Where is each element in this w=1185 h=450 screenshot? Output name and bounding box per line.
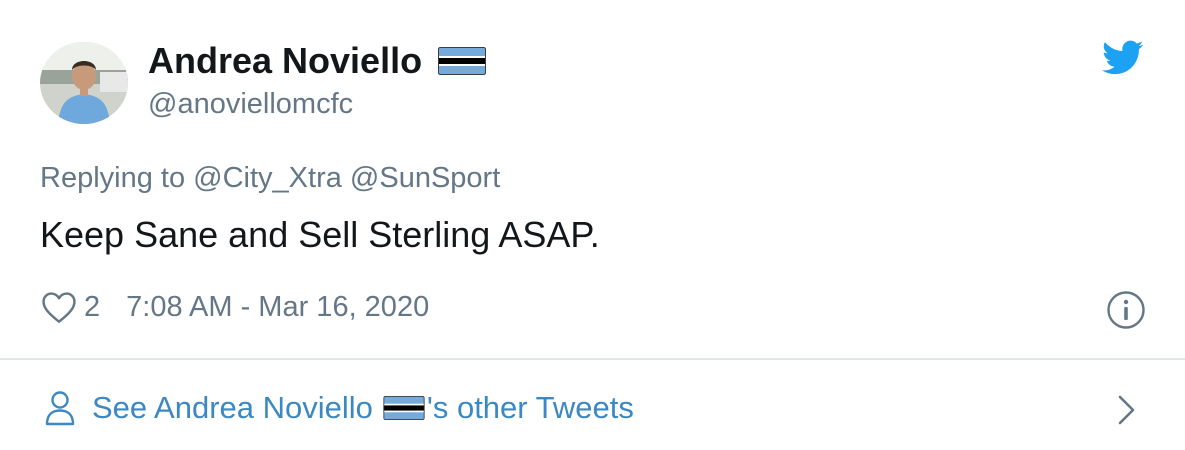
user-name-text: Andrea Noviello — [148, 40, 423, 81]
like-count: 2 — [84, 290, 101, 323]
mention-link[interactable]: @SunSport — [350, 162, 500, 194]
flag-botswana-icon — [438, 47, 487, 75]
see-other-tweets-label: See Andrea Noviello 's other Tweets — [92, 390, 634, 426]
heart-icon — [42, 292, 76, 323]
like-button[interactable]: 2 — [40, 290, 100, 324]
tweet-card: Andrea Noviello @anoviellomcfc Replying … — [0, 0, 1185, 450]
see-other-tweets-link[interactable]: See Andrea Noviello 's other Tweets — [0, 360, 1185, 450]
replying-to: Replying to @City_Xtra @SunSport — [40, 162, 500, 195]
see-other-tweets-suffix: 's other Tweets — [426, 390, 634, 425]
see-other-tweets-prefix: See Andrea Noviello — [92, 390, 373, 425]
tweet-text: Keep Sane and Sell Sterling ASAP. — [40, 214, 600, 255]
flag-botswana-icon — [383, 396, 425, 420]
tweet-timestamp[interactable]: 7:08 AM - Mar 16, 2020 — [126, 291, 429, 324]
person-icon — [44, 390, 76, 431]
user-handle[interactable]: @anoviellomcfc — [148, 88, 353, 121]
twitter-bird-icon[interactable] — [1102, 40, 1144, 81]
chevron-right-icon — [1116, 394, 1138, 431]
tweet-meta: 2 7:08 AM - Mar 16, 2020 — [40, 290, 429, 324]
mention-link[interactable]: @City_Xtra — [193, 162, 342, 194]
avatar[interactable] — [40, 42, 128, 124]
replying-to-label: Replying to — [40, 162, 186, 194]
info-icon[interactable] — [1106, 290, 1146, 335]
user-name[interactable]: Andrea Noviello — [148, 40, 487, 82]
